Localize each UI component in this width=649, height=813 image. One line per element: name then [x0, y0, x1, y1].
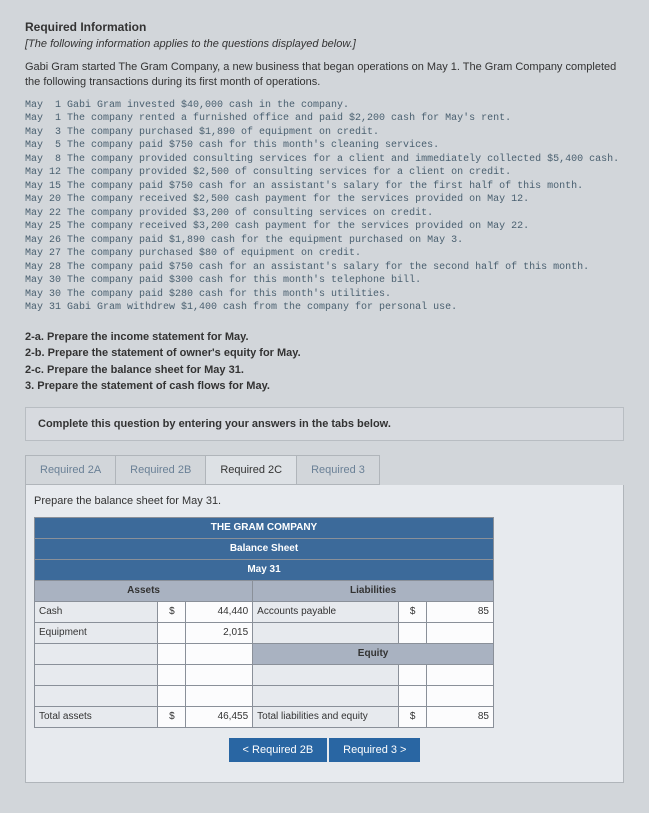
equity-header: Equity	[253, 643, 494, 664]
cash-value[interactable]: 44,440	[186, 601, 253, 622]
sheet-date: May 31	[35, 559, 494, 580]
table-row: Total assets $ 46,455 Total liabilities …	[35, 706, 494, 727]
assets-header: Assets	[35, 580, 253, 601]
dollar-sign: $	[398, 706, 426, 727]
balance-sheet-table: THE GRAM COMPANY Balance Sheet May 31 As…	[34, 517, 494, 728]
instruction-text: Prepare the balance sheet for May 31.	[34, 495, 615, 507]
tab-required-2c[interactable]: Required 2C	[205, 455, 297, 485]
dollar-sign: $	[398, 601, 426, 622]
next-button[interactable]: Required 3 >	[329, 738, 420, 762]
equip-value[interactable]: 2,015	[186, 622, 253, 643]
table-row: Cash $ 44,440 Accounts payable $ 85	[35, 601, 494, 622]
prepare-list: 2-a. Prepare the income statement for Ma…	[25, 329, 624, 395]
dollar-sign: $	[158, 706, 186, 727]
dollar-sign: $	[158, 601, 186, 622]
tab-required-2b[interactable]: Required 2B	[115, 455, 206, 485]
table-row: Equity	[35, 643, 494, 664]
table-row: Equipment 2,015	[35, 622, 494, 643]
complete-banner: Complete this question by entering your …	[25, 407, 624, 441]
table-row	[35, 664, 494, 685]
ap-label[interactable]: Accounts payable	[253, 601, 399, 622]
cash-label[interactable]: Cash	[35, 601, 158, 622]
prep-2a: 2-a. Prepare the income statement for Ma…	[25, 331, 249, 343]
table-row	[35, 685, 494, 706]
prev-button[interactable]: < Required 2B	[229, 738, 328, 762]
prep-2c: 2-c. Prepare the balance sheet for May 3…	[25, 364, 244, 376]
sheet-title: Balance Sheet	[35, 538, 494, 559]
ap-value[interactable]: 85	[427, 601, 494, 622]
total-assets-label: Total assets	[35, 706, 158, 727]
tab-required-2a[interactable]: Required 2A	[25, 455, 116, 485]
prep-3: 3. Prepare the statement of cash flows f…	[25, 380, 270, 392]
liabilities-header: Liabilities	[253, 580, 494, 601]
total-assets-value: 46,455	[186, 706, 253, 727]
required-info-subtitle: [The following information applies to th…	[25, 38, 624, 50]
prep-2b: 2-b. Prepare the statement of owner's eq…	[25, 347, 301, 359]
narrative-text: Gabi Gram started The Gram Company, a ne…	[25, 60, 624, 91]
total-le-label: Total liabilities and equity	[253, 706, 399, 727]
tab-content: Prepare the balance sheet for May 31. TH…	[25, 485, 624, 783]
tab-required-3[interactable]: Required 3	[296, 455, 380, 485]
sheet-company: THE GRAM COMPANY	[35, 517, 494, 538]
tabs-row: Required 2A Required 2B Required 2C Requ…	[25, 455, 624, 485]
transactions-list: May 1 Gabi Gram invested $40,000 cash in…	[25, 99, 624, 315]
equip-label[interactable]: Equipment	[35, 622, 158, 643]
required-info-title: Required Information	[25, 20, 624, 34]
total-le-value: 85	[427, 706, 494, 727]
